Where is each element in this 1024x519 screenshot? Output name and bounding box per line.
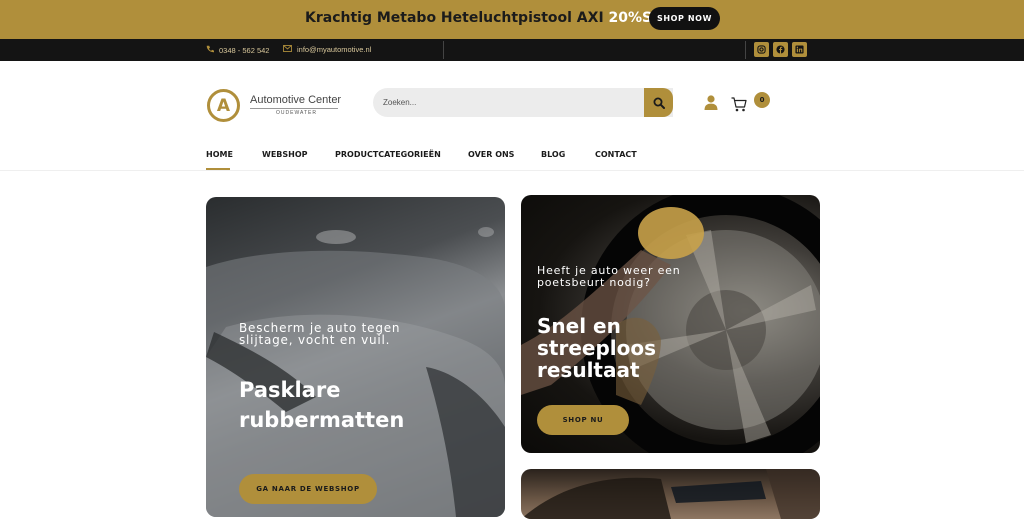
facebook-icon[interactable] — [773, 42, 788, 57]
contact-bar: 0348 - 562 542 info@myautomotive.nl — [0, 39, 1024, 61]
card-heading-line: Snel en — [537, 314, 621, 338]
interior-photo — [521, 469, 820, 519]
phone-icon — [206, 45, 214, 55]
search-input[interactable] — [373, 88, 673, 117]
card-heading: Pasklare rubbermatten — [239, 375, 404, 435]
nav-about[interactable]: OVER ONS — [468, 150, 514, 159]
promo-card-rubbermats[interactable]: Bescherm je auto tegen slijtage, vocht e… — [206, 197, 505, 517]
linkedin-icon[interactable] — [792, 42, 807, 57]
card-subtitle: Heeft je auto weer een poetsbeurt nodig? — [537, 265, 681, 289]
logo-letter: A — [216, 95, 231, 116]
logo-divider — [250, 108, 338, 109]
webshop-button[interactable]: GA NAAR DE WEBSHOP — [239, 474, 377, 504]
logo-name[interactable]: Automotive Center — [250, 94, 341, 106]
card-subtitle-line: poetsbeurt nodig? — [537, 276, 651, 289]
shop-nu-button[interactable]: SHOP NU — [537, 405, 629, 435]
logo-mark[interactable]: A — [207, 89, 240, 122]
user-icon[interactable] — [704, 95, 718, 110]
search-button[interactable] — [644, 88, 673, 117]
card-heading-line: rubbermatten — [239, 408, 405, 432]
car-photo — [206, 227, 505, 517]
topbar-divider — [745, 41, 746, 59]
cart-icon[interactable] — [731, 97, 747, 112]
card-heading-line: streeploos — [537, 336, 657, 360]
promo-bar: Krachtig Metabo Heteluchtpistool AXI 20%… — [0, 0, 1024, 39]
phone-number: 0348 - 562 542 — [219, 45, 270, 55]
email-address: info@myautomotive.nl — [297, 45, 372, 54]
card-subtitle-line: slijtage, vocht en vuil. — [239, 333, 391, 347]
cart-count-badge: 0 — [754, 92, 770, 108]
nav-productcategories[interactable]: PRODUCTCATEGORIEËN — [335, 150, 441, 159]
phone-contact[interactable]: 0348 - 562 542 — [206, 45, 269, 55]
instagram-icon[interactable] — [754, 42, 769, 57]
search-icon — [653, 97, 665, 109]
nav-blog[interactable]: BLOG — [541, 150, 565, 159]
promo-text-main: Krachtig Metabo Heteluchtpistool AXI — [305, 10, 604, 26]
nav-contact[interactable]: CONTACT — [595, 150, 637, 159]
shop-now-button[interactable]: SHOP NOW — [649, 7, 720, 30]
mail-icon — [283, 45, 292, 54]
nav-webshop[interactable]: WEBSHOP — [262, 150, 308, 159]
logo-subtitle: OUDEWATER — [276, 110, 317, 116]
email-contact[interactable]: info@myautomotive.nl — [283, 45, 371, 54]
promo-card-interior[interactable] — [521, 469, 820, 519]
card-heading-line: Pasklare — [239, 378, 341, 402]
card-subtitle: Bescherm je auto tegen slijtage, vocht e… — [239, 322, 400, 346]
card-heading-line: resultaat — [537, 358, 640, 382]
promo-card-polishing[interactable]: Heeft je auto weer een poetsbeurt nodig?… — [521, 195, 820, 453]
card-heading: Snel en streeploos resultaat — [537, 315, 656, 381]
nav-home[interactable]: HOME — [206, 150, 233, 159]
header-divider — [0, 170, 1024, 171]
promo-text: Krachtig Metabo Heteluchtpistool AXI 20%… — [305, 10, 676, 26]
topbar-divider — [443, 41, 444, 59]
